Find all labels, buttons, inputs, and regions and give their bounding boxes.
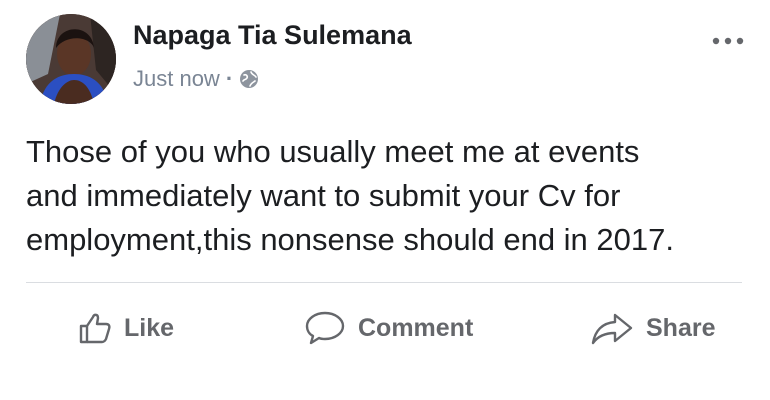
like-button[interactable]: Like <box>78 300 174 356</box>
divider <box>26 282 742 283</box>
like-label: Like <box>124 313 175 342</box>
share-label: Share <box>646 313 716 342</box>
thumbs-up-icon <box>79 313 111 344</box>
more-options-icon[interactable] <box>710 34 746 46</box>
post-body: Those of you who usually meet me at even… <box>26 134 674 257</box>
comment-button[interactable]: Comment <box>304 300 473 356</box>
post-meta: Just now · <box>133 66 259 92</box>
globe-icon <box>239 69 259 89</box>
author-name[interactable]: Napaga Tia Sulemana <box>133 20 412 51</box>
share-button[interactable]: Share <box>590 300 715 356</box>
post-header: Napaga Tia Sulemana Just now · <box>26 14 746 106</box>
avatar[interactable] <box>26 14 116 104</box>
post-actions: Like Comment Share <box>0 300 770 356</box>
comment-label: Comment <box>358 313 474 342</box>
facebook-post: Napaga Tia Sulemana Just now · Those of … <box>0 0 770 400</box>
share-arrow-icon <box>591 313 633 345</box>
comment-icon <box>305 311 345 345</box>
timestamp[interactable]: Just now <box>133 66 220 92</box>
meta-separator: · <box>225 66 234 91</box>
